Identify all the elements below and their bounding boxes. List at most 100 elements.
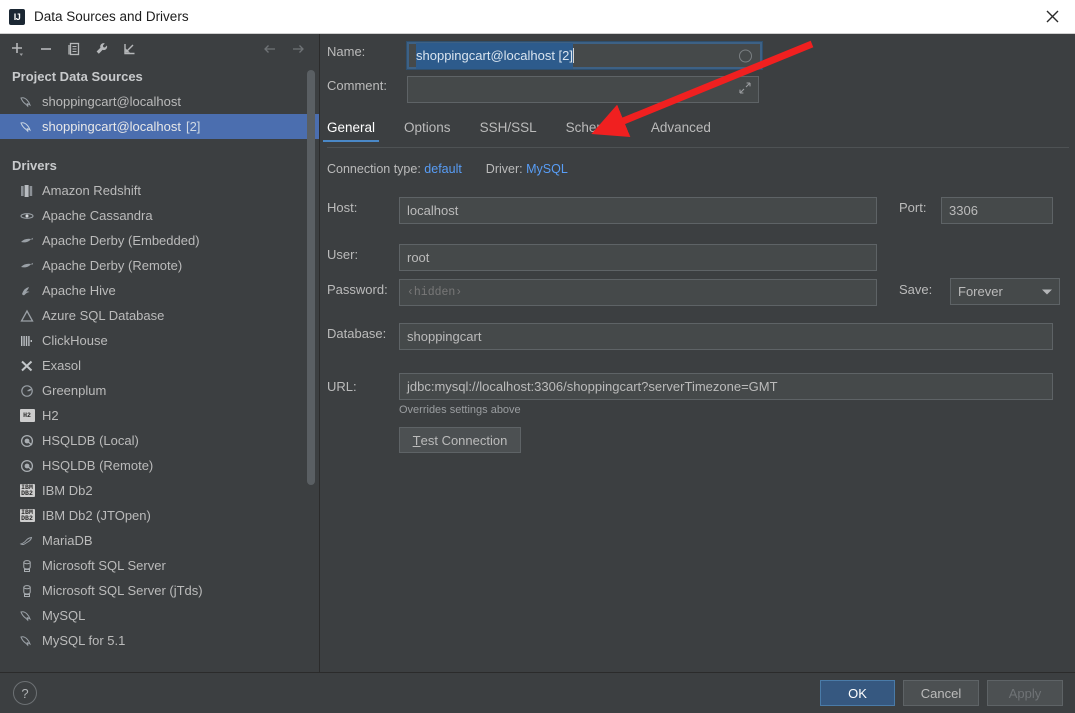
back-button[interactable] [256, 36, 284, 62]
window-titlebar: IJ Data Sources and Drivers [0, 0, 1075, 34]
sidebar-scrollbar-thumb[interactable] [307, 70, 315, 485]
mssql-icon [18, 558, 36, 574]
help-button[interactable]: ? [13, 681, 37, 705]
driver-item[interactable]: MariaDB [0, 528, 319, 553]
user-input[interactable]: root [399, 244, 877, 271]
driver-label: Apache Derby (Remote) [42, 258, 183, 273]
h2-icon: H2 [18, 408, 36, 424]
wrench-icon[interactable] [88, 36, 116, 62]
tab-general[interactable]: General [322, 120, 380, 142]
database-input-value: shoppingcart [407, 328, 482, 344]
driver-item[interactable]: MySQL [0, 603, 319, 628]
connection-settings-panel: Name: shoppingcart@localhost [2] Comment… [321, 34, 1075, 672]
expand-icon[interactable] [739, 78, 751, 102]
mysql-dolphin-icon [18, 119, 36, 135]
greenplum-icon [18, 383, 36, 399]
driver-label: MariaDB [42, 533, 93, 548]
project-data-sources-header: Project Data Sources [12, 69, 143, 84]
driver-item[interactable]: Azure SQL Database [0, 303, 319, 328]
driver-item[interactable]: HSQLDB (Local) [0, 428, 319, 453]
tabs-divider [327, 147, 1069, 148]
sources-and-drivers-tree[interactable]: Project Data Sources shoppingcart@localh… [0, 64, 319, 672]
driver-value[interactable]: MySQL [526, 162, 568, 176]
driver-item[interactable]: Apache Cassandra [0, 203, 319, 228]
driver-label: Microsoft SQL Server (jTds) [42, 583, 203, 598]
derby-icon [18, 258, 36, 274]
test-connection-mnemonic: T [412, 432, 421, 448]
user-row: User: [327, 247, 358, 262]
connection-type-label: Connection type: [327, 162, 421, 176]
name-status-circle-icon [739, 49, 752, 62]
driver-item[interactable]: IBM DB2 IBM Db2 (JTOpen) [0, 503, 319, 528]
chevron-down-icon [1042, 289, 1052, 294]
data-source-label: shoppingcart@localhost [42, 94, 181, 109]
driver-item[interactable]: H2 H2 [0, 403, 319, 428]
driver-label: Apache Derby (Embedded) [42, 233, 200, 248]
mysql-dolphin-icon [18, 633, 36, 649]
tab-schemas[interactable]: Schemas [566, 120, 622, 142]
sidebar: Project Data Sources shoppingcart@localh… [0, 34, 320, 672]
comment-input[interactable] [407, 76, 759, 103]
driver-item[interactable]: Apache Derby (Remote) [0, 253, 319, 278]
settings-tabs[interactable]: General Options SSH/SSL Schemas Advanced [322, 120, 1052, 148]
driver-item[interactable]: ClickHouse [0, 328, 319, 353]
save-password-dropdown[interactable]: Forever [950, 278, 1060, 305]
data-source-suffix: [2] [185, 119, 201, 134]
driver-label: Microsoft SQL Server [42, 558, 166, 573]
forward-button[interactable] [284, 36, 312, 62]
driver-item[interactable]: Microsoft SQL Server (jTds) [0, 578, 319, 603]
password-placeholder: ‹hidden› [407, 285, 463, 299]
import-arrow-icon[interactable] [116, 36, 144, 62]
name-row: Name: [327, 44, 399, 59]
driver-label: Driver: [485, 162, 523, 176]
drivers-list[interactable]: Amazon Redshift Apache Cassandra Apache De… [0, 178, 319, 653]
name-input-value: shoppingcart@localhost [2] [416, 42, 574, 69]
driver-label: H2 [42, 408, 59, 423]
data-source-item-selected[interactable]: shoppingcart@localhost [2] [0, 114, 319, 139]
cancel-button[interactable]: Cancel [903, 680, 979, 706]
add-button[interactable] [4, 36, 32, 62]
driver-item[interactable]: Apache Derby (Embedded) [0, 228, 319, 253]
driver-item[interactable]: Microsoft SQL Server [0, 553, 319, 578]
hive-icon [18, 283, 36, 299]
driver-label: Azure SQL Database [42, 308, 165, 323]
host-input[interactable]: localhost [399, 197, 877, 224]
driver-label: MySQL [42, 608, 86, 623]
ok-button[interactable]: OK [820, 680, 895, 706]
tab-ssh-ssl[interactable]: SSH/SSL [480, 120, 537, 142]
clickhouse-icon [18, 333, 36, 349]
tab-options[interactable]: Options [404, 120, 451, 142]
driver-item[interactable]: Amazon Redshift [0, 178, 319, 203]
driver-label: Greenplum [42, 383, 107, 398]
cassandra-icon [18, 208, 36, 224]
ibm-db2-icon: IBM DB2 [19, 508, 35, 522]
save-label: Save: [899, 282, 933, 297]
mysql-dolphin-icon [18, 94, 36, 110]
name-input[interactable]: shoppingcart@localhost [2] [407, 42, 762, 69]
drivers-header: Drivers [12, 158, 57, 173]
driver-item[interactable]: Apache Hive [0, 278, 319, 303]
database-input[interactable]: shoppingcart [399, 323, 1053, 350]
tab-advanced[interactable]: Advanced [651, 120, 711, 142]
password-input[interactable]: ‹hidden› [399, 279, 877, 306]
driver-item[interactable]: HSQLDB (Remote) [0, 453, 319, 478]
derby-icon [18, 233, 36, 249]
connection-type-value[interactable]: default [424, 162, 462, 176]
close-icon[interactable] [1029, 0, 1075, 33]
remove-button[interactable] [32, 36, 60, 62]
driver-label: ClickHouse [42, 333, 108, 348]
driver-item[interactable]: Exasol [0, 353, 319, 378]
copy-icon[interactable] [60, 36, 88, 62]
driver-item[interactable]: MySQL for 5.1 [0, 628, 319, 653]
url-input[interactable]: jdbc:mysql://localhost:3306/shoppingcart… [399, 373, 1053, 400]
port-row: Port: [899, 200, 926, 215]
name-label: Name: [327, 44, 366, 59]
port-input[interactable]: 3306 [941, 197, 1053, 224]
test-connection-button[interactable]: Test Connection [399, 427, 521, 453]
driver-item[interactable]: IBM DB2 IBM Db2 [0, 478, 319, 503]
window-title: Data Sources and Drivers [34, 9, 189, 24]
host-label: Host: [327, 200, 358, 215]
driver-item[interactable]: Greenplum [0, 378, 319, 403]
data-source-item[interactable]: shoppingcart@localhost [0, 89, 319, 114]
host-row: Host: [327, 200, 357, 215]
